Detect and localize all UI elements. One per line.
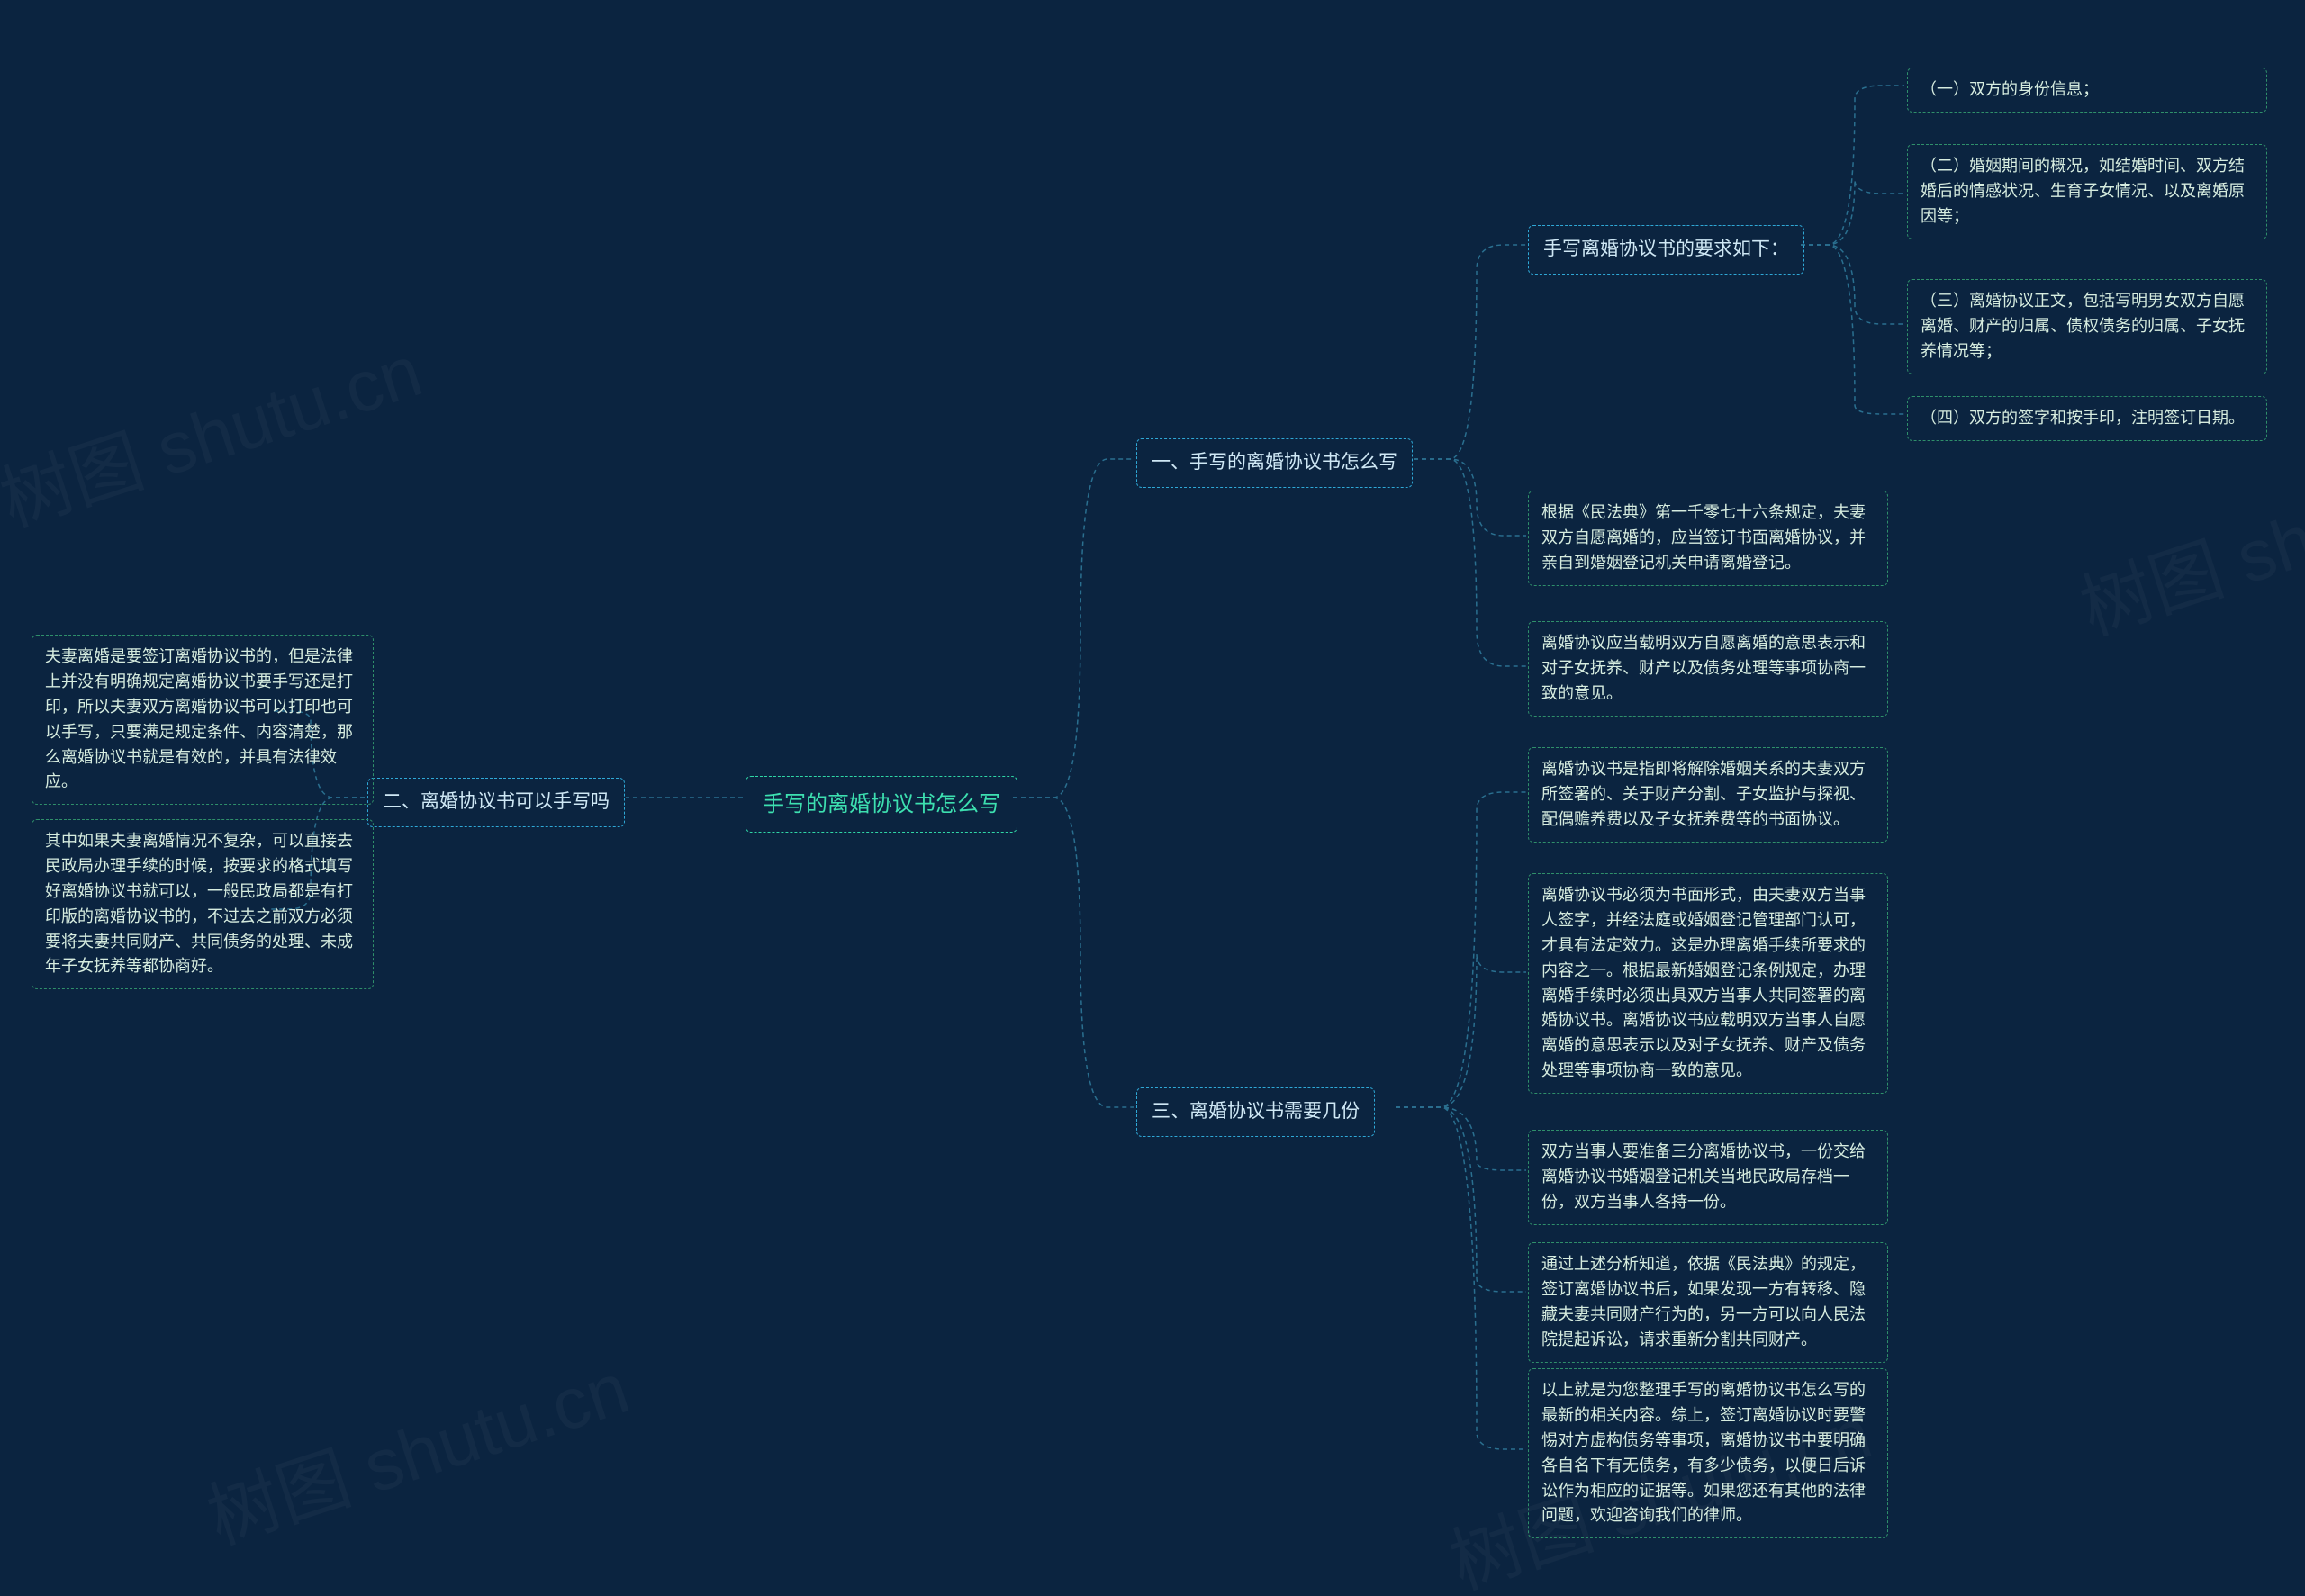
leaf-s3-para-4[interactable]: 通过上述分析知道，依据《民法典》的规定，签订离婚协议书后，如果发现一方有转移、隐… <box>1528 1242 1888 1363</box>
leaf-text: 双方当事人要准备三分离婚协议书，一份交给离婚协议书婚姻登记机关当地民政局存档一份… <box>1541 1142 1866 1211</box>
leaf-text: 通过上述分析知道，依据《民法典》的规定，签订离婚协议书后，如果发现一方有转移、隐… <box>1541 1255 1866 1348</box>
leaf-s2-para-1[interactable]: 夫妻离婚是要签订离婚协议书的，但是法律上并没有明确规定离婚协议书要手写还是打印，… <box>32 635 374 805</box>
leaf-text: 夫妻离婚是要签订离婚协议书的，但是法律上并没有明确规定离婚协议书要手写还是打印，… <box>45 647 353 790</box>
leaf-text: 其中如果夫妻离婚情况不复杂，可以直接去民政局办理手续的时候，按要求的格式填写好离… <box>45 832 353 975</box>
leaf-s1-item-3[interactable]: （三）离婚协议正文，包括写明男女双方自愿离婚、财产的归属、债权债务的归属、子女抚… <box>1907 279 2267 374</box>
leaf-s1-item-4[interactable]: （四）双方的签字和按手印，注明签订日期。 <box>1907 396 2267 441</box>
root-title: 手写的离婚协议书怎么写 <box>763 792 1000 816</box>
branch-section-1[interactable]: 一、手写的离婚协议书怎么写 <box>1136 438 1413 488</box>
branch-label: 手写离婚协议书的要求如下： <box>1543 239 1789 259</box>
leaf-text: 根据《民法典》第一千零七十六条规定，夫妻双方自愿离婚的，应当签订书面离婚协议，并… <box>1541 503 1866 572</box>
watermark: 树图 shutu.cn <box>2065 421 2305 655</box>
branch-section-3[interactable]: 三、离婚协议书需要几份 <box>1136 1087 1375 1137</box>
watermark: 树图 shutu.cn <box>0 313 433 547</box>
leaf-s3-para-2[interactable]: 离婚协议书必须为书面形式，由夫妻双方当事人签字，并经法庭或婚姻登记管理部门认可，… <box>1528 873 1888 1094</box>
branch-label: 二、离婚协议书可以手写吗 <box>383 791 610 812</box>
leaf-text: （二）婚姻期间的概况，如结婚时间、双方结婚后的情感状况、生育子女情况、以及离婚原… <box>1921 157 2245 225</box>
leaf-s2-para-2[interactable]: 其中如果夫妻离婚情况不复杂，可以直接去民政局办理手续的时候，按要求的格式填写好离… <box>32 819 374 989</box>
leaf-s3-para-1[interactable]: 离婚协议书是指即将解除婚姻关系的夫妻双方所签署的、关于财产分割、子女监护与探视、… <box>1528 747 1888 843</box>
leaf-text: （三）离婚协议正文，包括写明男女双方自愿离婚、财产的归属、债权债务的归属、子女抚… <box>1921 292 2245 360</box>
branch-label: 一、手写的离婚协议书怎么写 <box>1152 452 1397 473</box>
leaf-text: 离婚协议书必须为书面形式，由夫妻双方当事人签字，并经法庭或婚姻登记管理部门认可，… <box>1541 886 1866 1079</box>
watermark: 树图 shutu.cn <box>193 1330 640 1564</box>
leaf-text: 离婚协议书是指即将解除婚姻关系的夫妻双方所签署的、关于财产分割、子女监护与探视、… <box>1541 760 1866 828</box>
leaf-s1-para-1[interactable]: 根据《民法典》第一千零七十六条规定，夫妻双方自愿离婚的，应当签订书面离婚协议，并… <box>1528 491 1888 586</box>
branch-label: 三、离婚协议书需要几份 <box>1152 1101 1360 1122</box>
leaf-text: （一）双方的身份信息； <box>1921 80 2099 98</box>
branch-section-2[interactable]: 二、离婚协议书可以手写吗 <box>367 778 625 827</box>
leaf-text: 离婚协议应当载明双方自愿离婚的意思表示和对子女抚养、财产以及债务处理等事项协商一… <box>1541 634 1866 702</box>
leaf-s1-para-2[interactable]: 离婚协议应当载明双方自愿离婚的意思表示和对子女抚养、财产以及债务处理等事项协商一… <box>1528 621 1888 717</box>
branch-section-1-sub[interactable]: 手写离婚协议书的要求如下： <box>1528 225 1804 275</box>
root-node[interactable]: 手写的离婚协议书怎么写 <box>746 776 1017 833</box>
leaf-text: （四）双方的签字和按手印，注明签订日期。 <box>1921 409 2245 427</box>
leaf-s1-item-2[interactable]: （二）婚姻期间的概况，如结婚时间、双方结婚后的情感状况、生育子女情况、以及离婚原… <box>1907 144 2267 239</box>
leaf-s1-item-1[interactable]: （一）双方的身份信息； <box>1907 68 2267 113</box>
leaf-text: 以上就是为您整理手写的离婚协议书怎么写的最新的相关内容。综上，签订离婚协议时要警… <box>1541 1381 1866 1524</box>
leaf-s3-para-5[interactable]: 以上就是为您整理手写的离婚协议书怎么写的最新的相关内容。综上，签订离婚协议时要警… <box>1528 1368 1888 1538</box>
leaf-s3-para-3[interactable]: 双方当事人要准备三分离婚协议书，一份交给离婚协议书婚姻登记机关当地民政局存档一份… <box>1528 1130 1888 1225</box>
